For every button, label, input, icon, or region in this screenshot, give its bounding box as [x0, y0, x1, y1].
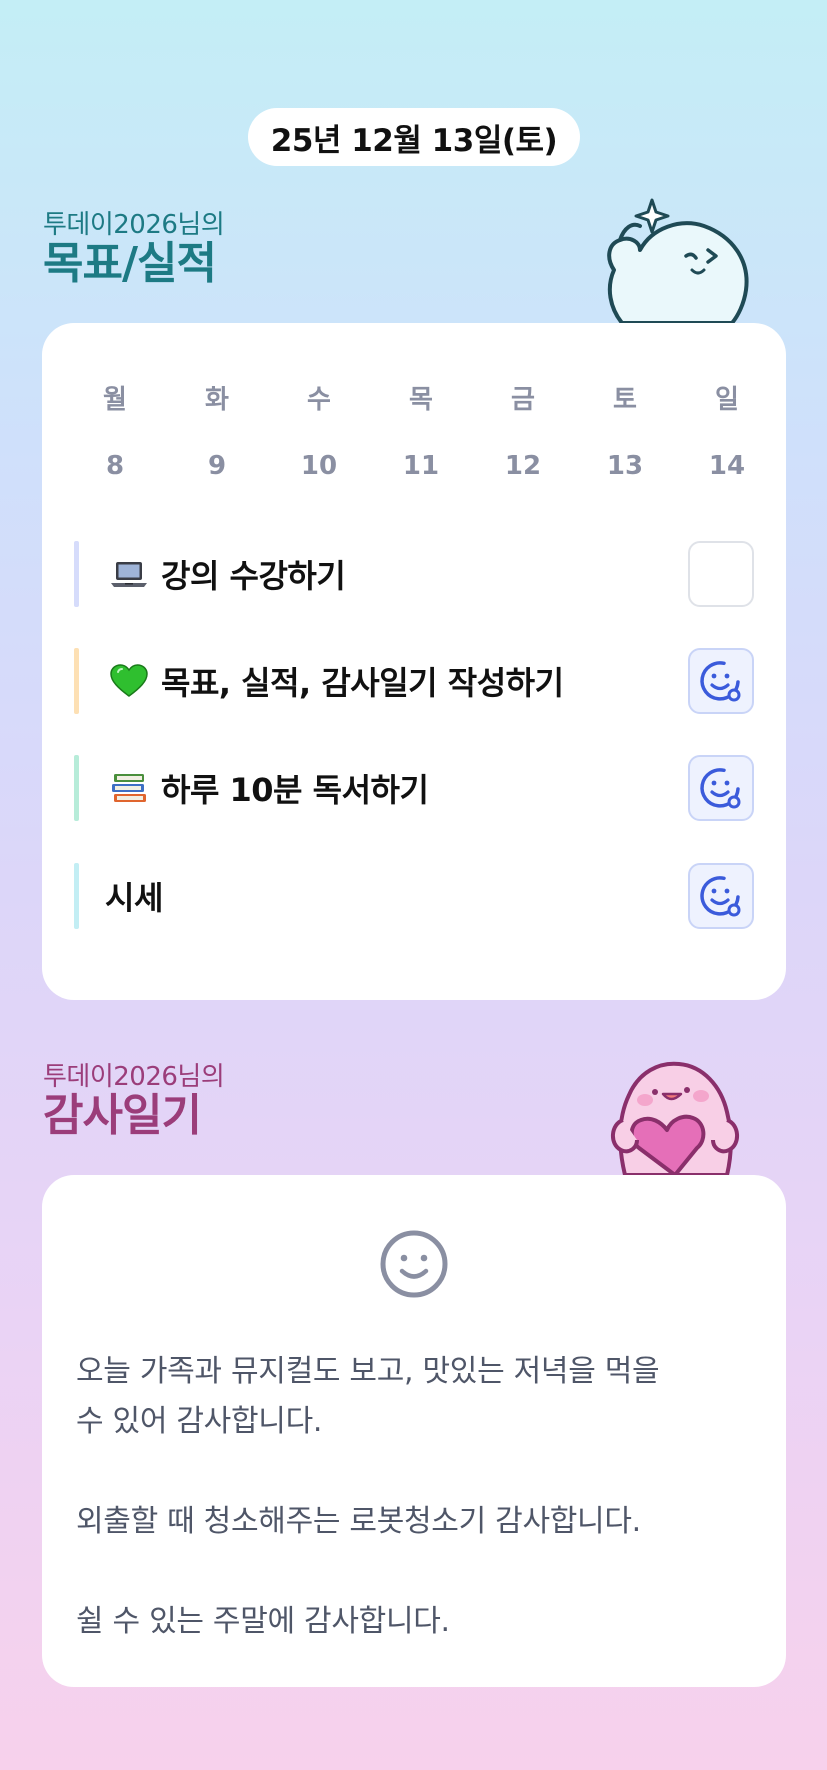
goal-item[interactable]: 강의 수강하기	[74, 541, 754, 607]
date-cell[interactable]: 9	[166, 451, 268, 481]
weekday-tue[interactable]: 화	[166, 379, 268, 416]
goal-section-subtitle: 투데이2026님의	[43, 210, 225, 240]
weekday-wed[interactable]: 수	[268, 379, 370, 416]
date-row: 8 9 10 11 12 13 14	[42, 451, 786, 481]
goal-label: 목표, 실적, 감사일기 작성하기	[161, 664, 564, 702]
smiley-check-icon	[700, 661, 741, 702]
smiley-check-icon	[700, 876, 741, 917]
goal-checkbox[interactable]	[688, 863, 754, 929]
goal-section-header: 투데이2026님의 목표/실적	[43, 210, 225, 289]
goal-checkbox[interactable]	[688, 648, 754, 714]
goal-card: 월 화 수 목 금 토 일 8 9 10 11 12 13 14 강의 수강하기	[42, 323, 786, 1000]
thanks-section-subtitle: 투데이2026님의	[43, 1062, 225, 1092]
date-pill[interactable]: 25년 12월 13일(토)	[248, 108, 580, 166]
date-cell[interactable]: 11	[370, 451, 472, 481]
thanks-line: 쉴 수 있는 주말에 감사합니다.	[76, 1604, 450, 1639]
weekday-sun[interactable]: 일	[676, 379, 778, 416]
goal-checkbox[interactable]	[688, 541, 754, 607]
laptop-icon	[109, 557, 149, 591]
goal-item[interactable]: 시세	[74, 863, 754, 929]
weekday-row: 월 화 수 목 금 토 일	[42, 379, 786, 416]
thanks-line: 오늘 가족과 뮤지컬도 보고, 맛있는 저녁을 먹을	[76, 1354, 660, 1389]
goal-label: 하루 10분 독서하기	[161, 771, 429, 809]
weekday-mon[interactable]: 월	[64, 379, 166, 416]
weekday-sat[interactable]: 토	[574, 379, 676, 416]
goal-color-bar	[74, 648, 79, 714]
smiley-check-icon	[700, 768, 741, 809]
ghost-character-icon	[607, 198, 749, 323]
goal-color-bar	[74, 755, 79, 821]
date-cell[interactable]: 8	[64, 451, 166, 481]
books-icon	[109, 771, 149, 805]
thanks-line	[76, 1547, 756, 1597]
date-cell[interactable]: 12	[472, 451, 574, 481]
thanks-line: 수 있어 감사합니다.	[76, 1404, 323, 1439]
goal-color-bar	[74, 541, 79, 607]
goal-section-title: 목표/실적	[43, 238, 217, 289]
date-cell[interactable]: 14	[676, 451, 778, 481]
smiley-face-icon	[380, 1230, 448, 1298]
pink-character-icon	[611, 1061, 739, 1175]
weekday-fri[interactable]: 금	[472, 379, 574, 416]
date-cell[interactable]: 10	[268, 451, 370, 481]
weekday-thu[interactable]: 목	[370, 379, 472, 416]
thanks-diary-text: 오늘 가족과 뮤지컬도 보고, 맛있는 저녁을 먹을 수 있어 감사합니다. 외…	[76, 1347, 756, 1647]
thanks-section-header: 투데이2026님의 감사일기	[43, 1062, 225, 1141]
thanks-card[interactable]: 오늘 가족과 뮤지컬도 보고, 맛있는 저녁을 먹을 수 있어 감사합니다. 외…	[42, 1175, 786, 1687]
goal-item[interactable]: 목표, 실적, 감사일기 작성하기	[74, 648, 754, 714]
goal-item[interactable]: 하루 10분 독서하기	[74, 755, 754, 821]
thanks-section-title: 감사일기	[43, 1090, 202, 1141]
green-heart-icon	[109, 664, 149, 698]
goal-label: 강의 수강하기	[161, 557, 346, 595]
thanks-line: 외출할 때 청소해주는 로봇청소기 감사합니다.	[76, 1504, 641, 1539]
date-cell[interactable]: 13	[574, 451, 676, 481]
goal-checkbox[interactable]	[688, 755, 754, 821]
goal-label: 시세	[105, 879, 163, 917]
thanks-line	[76, 1447, 756, 1497]
goal-color-bar	[74, 863, 79, 929]
